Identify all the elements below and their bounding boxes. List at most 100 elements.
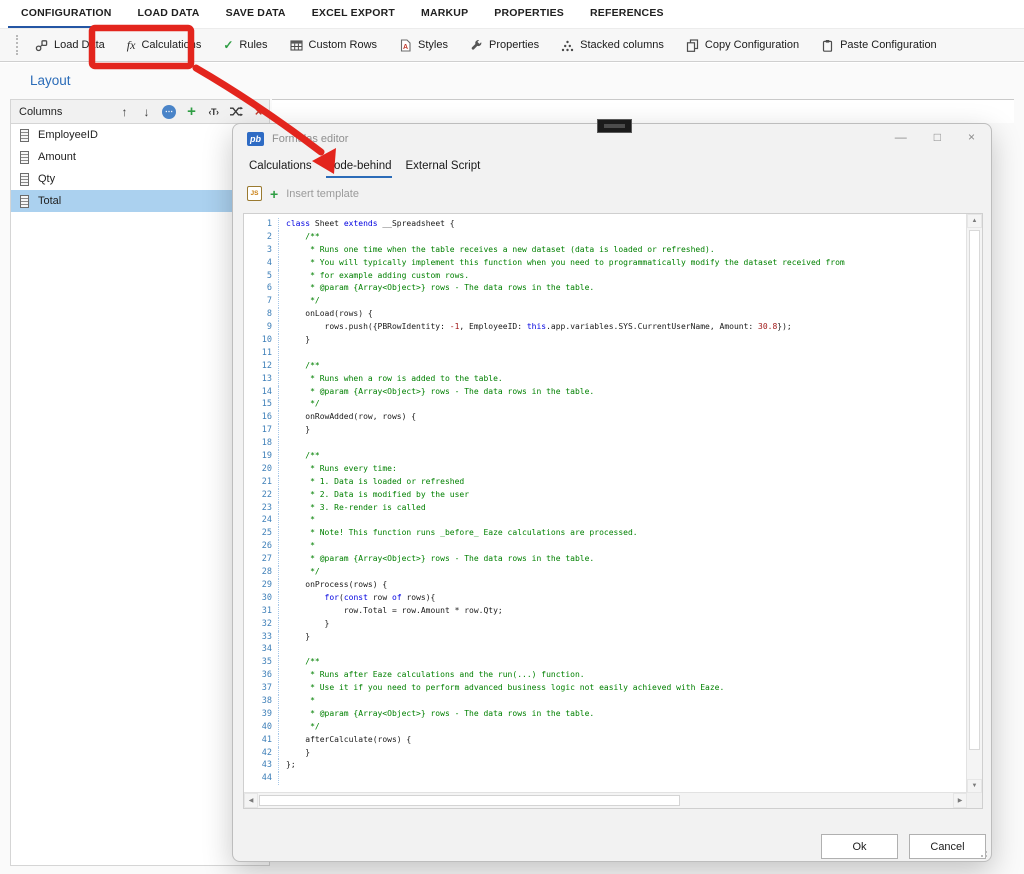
code-text: class Sheet extends __Spreadsheet { xyxy=(279,218,455,231)
tab-label: Calculations xyxy=(249,160,312,172)
code-line: 6 * @param {Array<Object>} rows - The da… xyxy=(244,282,967,295)
horizontal-scrollbar-thumb[interactable] xyxy=(259,795,680,806)
tab-label: External Script xyxy=(406,160,481,172)
load-data-button[interactable]: Load Data xyxy=(35,39,105,52)
line-number: 21 xyxy=(244,476,279,489)
resize-grip[interactable] xyxy=(980,850,988,858)
code-line: 25 * Note! This function runs _before_ E… xyxy=(244,527,967,540)
line-number: 19 xyxy=(244,450,279,463)
properties-button[interactable]: Properties xyxy=(470,39,539,52)
redaction-box xyxy=(597,119,632,133)
move-down-icon[interactable]: ↓ xyxy=(140,105,153,119)
table-grid-icon xyxy=(290,39,303,52)
pb-app-icon: pb xyxy=(247,132,264,146)
maximize-icon[interactable]: □ xyxy=(934,129,941,145)
code-area[interactable]: 1 class Sheet extends __Spreadsheet { 2 … xyxy=(244,214,967,793)
columns-panel-header: Columns ↑ ↓ ⋯ + ‹T› × xyxy=(11,100,269,124)
close-icon[interactable]: × xyxy=(968,129,975,145)
rules-button[interactable]: ✓ Rules xyxy=(223,39,267,51)
more-options-icon[interactable]: ⋯ xyxy=(162,105,176,119)
load-data-icon xyxy=(35,39,48,52)
code-text: onLoad(rows) { xyxy=(279,308,373,321)
copy-configuration-button[interactable]: Copy Configuration xyxy=(686,39,799,52)
menu-item[interactable]: EXCEL EXPORT xyxy=(299,0,408,28)
paste-configuration-label: Paste Configuration xyxy=(840,39,937,51)
calculations-button[interactable]: fx Calculations xyxy=(127,38,202,53)
code-text: * xyxy=(279,514,315,527)
insert-template-label[interactable]: Insert template xyxy=(286,188,359,200)
vertical-scrollbar[interactable]: ▲ ▼ xyxy=(966,214,982,793)
column-list-item[interactable]: Qty xyxy=(11,168,269,190)
minimize-icon[interactable]: — xyxy=(895,129,907,145)
custom-rows-button[interactable]: Custom Rows xyxy=(290,39,377,52)
dialog-tab[interactable]: Calculations xyxy=(249,160,312,178)
code-line: 9 rows.push({PBRowIdentity: -1, Employee… xyxy=(244,321,967,334)
code-line: 43 }; xyxy=(244,759,967,772)
code-line: 29 onProcess(rows) { xyxy=(244,579,967,592)
line-number: 22 xyxy=(244,489,279,502)
code-text xyxy=(279,347,286,360)
insert-plus-icon[interactable]: + xyxy=(270,187,278,201)
paste-configuration-button[interactable]: Paste Configuration xyxy=(821,39,937,52)
js-template-icon[interactable]: JS xyxy=(247,186,262,201)
scroll-left-icon[interactable]: ◀ xyxy=(244,793,258,808)
code-text: * @param {Array<Object>} rows - The data… xyxy=(279,553,594,566)
menu-item[interactable]: REFERENCES xyxy=(577,0,677,28)
ok-button[interactable]: Ok xyxy=(821,834,898,859)
column-list-item[interactable]: Amount xyxy=(11,146,269,168)
column-icon xyxy=(20,195,29,208)
code-text: * You will typically implement this func… xyxy=(279,257,845,270)
code-text: * Note! This function runs _before_ Eaze… xyxy=(279,527,638,540)
menu-item[interactable]: CONFIGURATION xyxy=(8,0,124,28)
line-number: 18 xyxy=(244,437,279,450)
line-number: 12 xyxy=(244,360,279,373)
menu-item[interactable]: LOAD DATA xyxy=(124,0,212,28)
line-number: 15 xyxy=(244,398,279,411)
dialog-tab[interactable]: External Script xyxy=(406,160,481,178)
scroll-right-icon[interactable]: ▶ xyxy=(953,793,967,808)
code-line: 20 * Runs every time: xyxy=(244,463,967,476)
styles-button[interactable]: A Styles xyxy=(399,39,448,52)
column-label: Qty xyxy=(38,173,55,185)
menu-item[interactable]: SAVE DATA xyxy=(213,0,299,28)
code-line: 30 for(const row of rows){ xyxy=(244,592,967,605)
column-list-item[interactable]: EmployeeID xyxy=(11,124,269,146)
shuffle-icon[interactable] xyxy=(229,106,243,117)
code-line: 40 */ xyxy=(244,721,967,734)
code-line: 14 * @param {Array<Object>} rows - The d… xyxy=(244,386,967,399)
toolbar-grip[interactable] xyxy=(16,35,21,55)
horizontal-scrollbar[interactable]: ◀ ▶ xyxy=(244,792,967,808)
menu-item[interactable]: PROPERTIES xyxy=(481,0,577,28)
code-text: * @param {Array<Object>} rows - The data… xyxy=(279,282,594,295)
line-number: 25 xyxy=(244,527,279,540)
line-number: 10 xyxy=(244,334,279,347)
scroll-down-icon[interactable]: ▼ xyxy=(967,779,982,793)
line-number: 41 xyxy=(244,734,279,747)
cancel-button[interactable]: Cancel xyxy=(909,834,986,859)
move-up-icon[interactable]: ↑ xyxy=(118,105,131,119)
delete-icon[interactable]: × xyxy=(252,105,265,118)
rename-icon[interactable]: ‹T› xyxy=(207,107,220,117)
menu-item-label: CONFIGURATION xyxy=(21,7,111,19)
column-list-item[interactable]: Total xyxy=(11,190,269,212)
menu-item-label: PROPERTIES xyxy=(494,7,564,19)
code-line: 13 * Runs when a row is added to the tab… xyxy=(244,373,967,386)
code-line: 5 * for example adding custom rows. xyxy=(244,270,967,283)
code-text: } xyxy=(279,334,310,347)
stacked-columns-button[interactable]: Stacked columns xyxy=(561,39,664,52)
code-text xyxy=(279,437,286,450)
column-icon xyxy=(20,151,29,164)
code-text: * 3. Re-render is called xyxy=(279,502,426,515)
code-line: 23 * 3. Re-render is called xyxy=(244,502,967,515)
line-number: 8 xyxy=(244,308,279,321)
scroll-up-icon[interactable]: ▲ xyxy=(967,214,982,228)
line-number: 4 xyxy=(244,257,279,270)
dialog-tab[interactable]: Code-behind xyxy=(326,160,392,178)
code-line: 19 /** xyxy=(244,450,967,463)
vertical-scrollbar-thumb[interactable] xyxy=(969,230,980,750)
properties-label: Properties xyxy=(489,39,539,51)
stacked-columns-label: Stacked columns xyxy=(580,39,664,51)
code-text: * Use it if you need to perform advanced… xyxy=(279,682,724,695)
menu-item[interactable]: MARKUP xyxy=(408,0,481,28)
add-column-icon[interactable]: + xyxy=(185,104,198,119)
